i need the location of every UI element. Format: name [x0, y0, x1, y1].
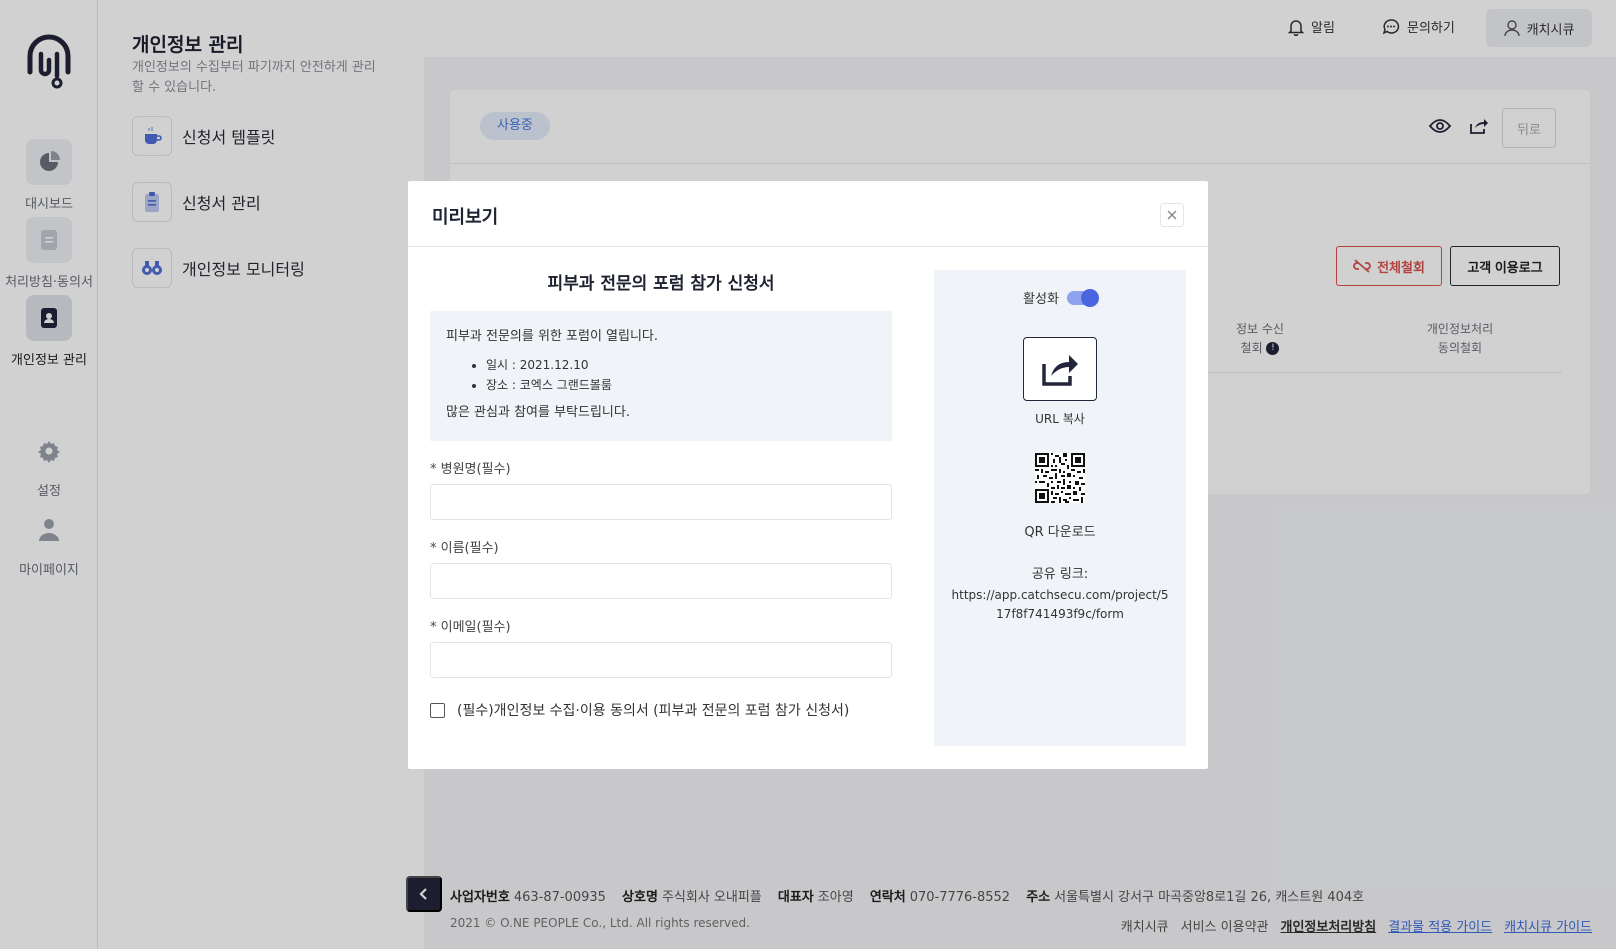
url-copy-label: URL 복사 — [1035, 412, 1085, 426]
name-input[interactable] — [430, 563, 892, 599]
form-title: 피부과 전문의 포럼 참가 신청서 — [547, 274, 775, 294]
preview-modal: 미리보기 피부과 전문의 포럼 참가 신청서 피부과 전문의를 위한 포럼이 열… — [408, 181, 1208, 769]
modal-header: 미리보기 — [408, 181, 1208, 247]
share-panel: 활성화 URL 복사 QR 다운로드 공유 링크: https://app.ca… — [934, 270, 1186, 746]
consent-checkbox[interactable] — [430, 702, 445, 718]
close-icon — [1167, 210, 1177, 220]
qr-code[interactable] — [1035, 453, 1085, 503]
form-description: 피부과 전문의를 위한 포럼이 열립니다. 일시 : 2021.12.10 장소… — [430, 311, 892, 441]
share-link-url[interactable]: https://app.catchsecu.com/project/517f8f… — [951, 586, 1169, 624]
toggle-knob — [1080, 288, 1099, 307]
description-intro: 피부과 전문의를 위한 포럼이 열립니다. — [446, 329, 659, 344]
share-icon — [1042, 355, 1078, 386]
description-list: 일시 : 2021.12.10 장소 : 코엑스 그랜드볼룸 — [486, 355, 876, 395]
activate-row: 활성화 — [934, 288, 1186, 307]
email-input[interactable] — [430, 642, 892, 678]
share-link-label: 공유 링크: — [1031, 567, 1089, 582]
close-button[interactable] — [1160, 203, 1184, 227]
list-item: 장소 : 코엑스 그랜드볼룸 — [486, 375, 876, 395]
activate-label: 활성화 — [1023, 292, 1059, 307]
hospital-name-input[interactable] — [430, 484, 892, 520]
description-closing: 많은 관심과 참여를 부탁드립니다. — [446, 405, 630, 420]
hospital-name-label: * 병원명(필수) — [430, 462, 511, 477]
qr-download-label[interactable]: QR 다운로드 — [934, 521, 1186, 540]
consent-row[interactable]: (필수)개인정보 수집·이용 동의서 (피부과 전문의 포럼 참가 신청서) — [430, 700, 892, 720]
list-item: 일시 : 2021.12.10 — [486, 355, 876, 375]
name-label: * 이름(필수) — [430, 541, 499, 556]
consent-label: (필수)개인정보 수집·이용 동의서 (피부과 전문의 포럼 참가 신청서) — [457, 703, 850, 719]
email-label: * 이메일(필수) — [430, 620, 511, 635]
modal-title: 미리보기 — [432, 207, 499, 228]
activate-toggle[interactable] — [1066, 288, 1099, 307]
url-copy-button[interactable] — [1023, 337, 1097, 401]
form-preview: 피부과 전문의 포럼 참가 신청서 피부과 전문의를 위한 포럼이 열립니다. … — [430, 269, 892, 720]
